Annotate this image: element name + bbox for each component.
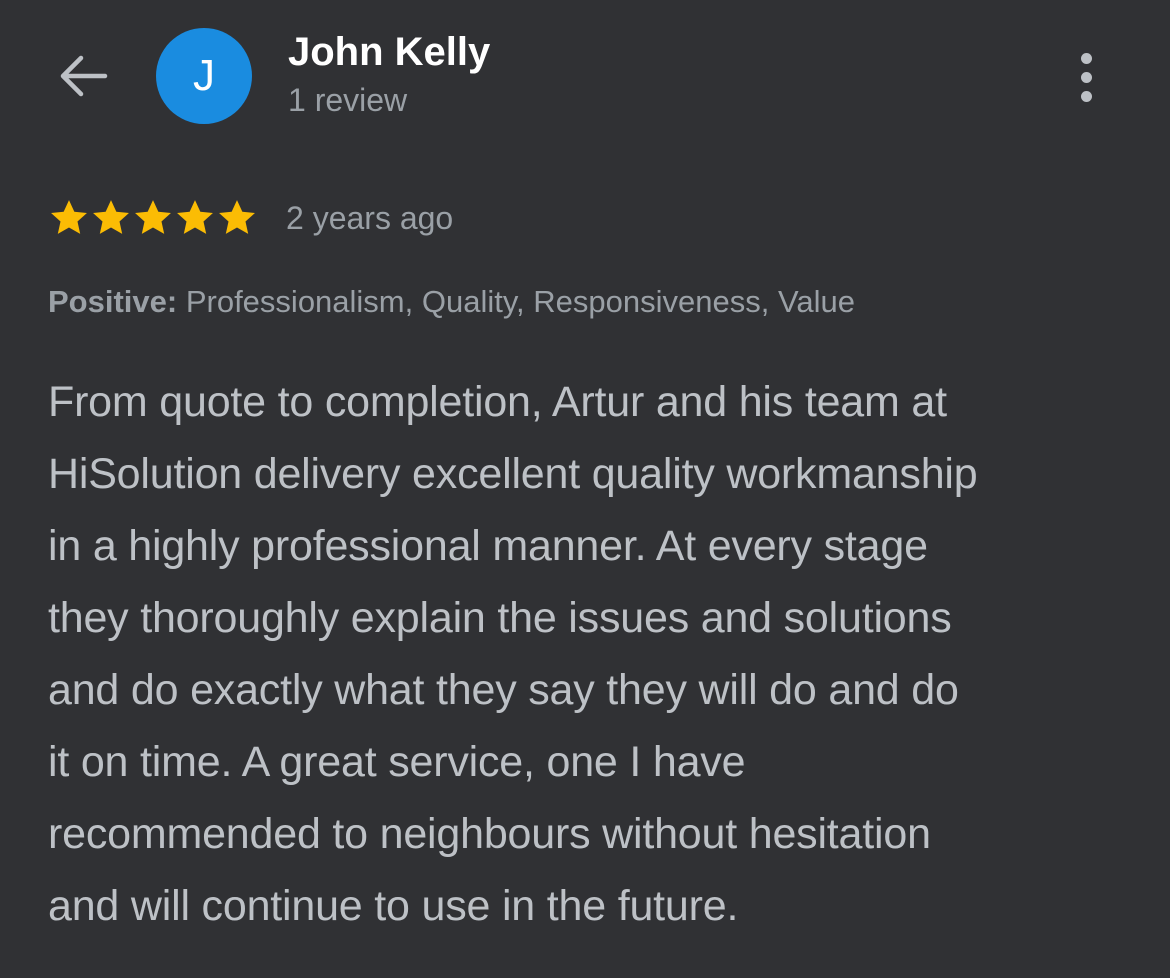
review-text-line: and will continue to use in the future. bbox=[48, 882, 739, 930]
highlights-label: Positive: bbox=[48, 284, 178, 319]
avatar[interactable]: J bbox=[156, 28, 252, 124]
more-vertical-icon-dot bbox=[1080, 71, 1092, 83]
review-text-line: recommended to neighbours without hesita… bbox=[48, 810, 931, 858]
star-rating bbox=[48, 197, 258, 239]
review-header: J John Kelly 1 review bbox=[0, 0, 1170, 150]
arrow-left-icon bbox=[60, 55, 108, 97]
more-options-button[interactable] bbox=[1062, 46, 1110, 108]
more-vertical-icon-dot bbox=[1080, 90, 1092, 102]
review-text-line: From quote to completion, Artur and his … bbox=[48, 378, 947, 426]
review-text-line: HiSolution delivery excellent quality wo… bbox=[48, 450, 978, 498]
star-icon bbox=[135, 200, 171, 234]
star-icon bbox=[177, 200, 213, 234]
review-text-line: in a highly professional manner. At ever… bbox=[48, 522, 928, 570]
rating-row: 2 years ago bbox=[48, 196, 453, 240]
back-button[interactable] bbox=[52, 48, 114, 104]
star-icon bbox=[219, 200, 255, 234]
star-icon bbox=[93, 200, 129, 234]
star-icon bbox=[51, 200, 87, 234]
review-text-line: they thoroughly explain the issues and s… bbox=[48, 594, 952, 642]
review-text-line: and do exactly what they say they will d… bbox=[48, 666, 959, 714]
positive-highlights: Positive: Professionalism, Quality, Resp… bbox=[48, 284, 855, 320]
review-count: 1 review bbox=[288, 82, 408, 118]
highlights-value: Professionalism, Quality, Responsiveness… bbox=[177, 284, 855, 319]
more-vertical-icon bbox=[1080, 52, 1092, 64]
review-date: 2 years ago bbox=[286, 199, 454, 236]
avatar-letter: J bbox=[193, 51, 215, 100]
review-text-line: it on time. A great service, one I have bbox=[48, 738, 746, 786]
review-text: From quote to completion, Artur and his … bbox=[48, 366, 1128, 942]
reviewer-name[interactable]: John Kelly bbox=[288, 30, 490, 75]
